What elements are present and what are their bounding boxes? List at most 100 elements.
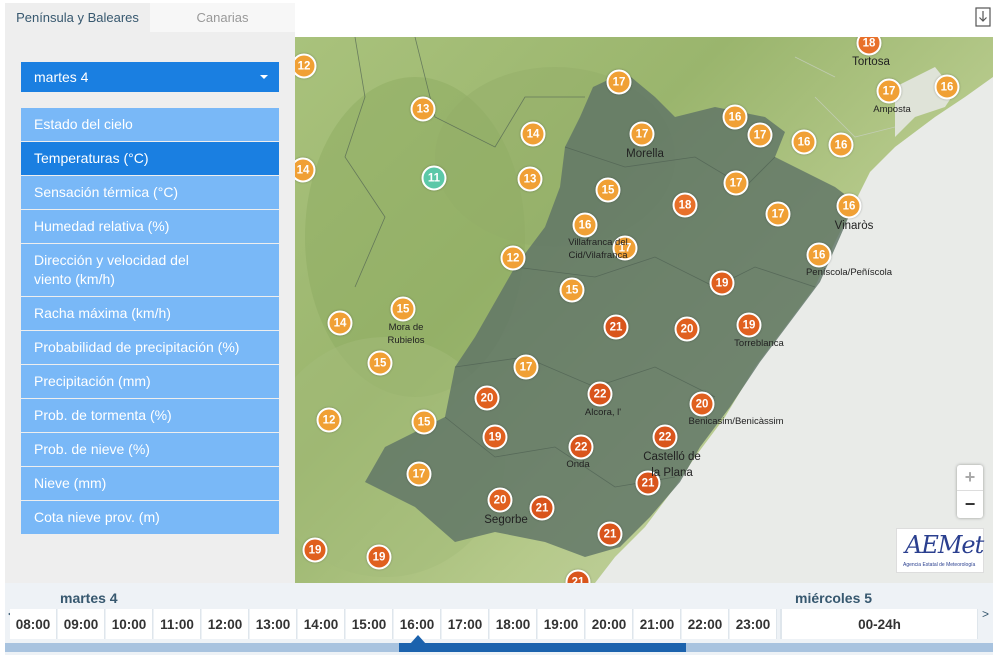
variable-prob-tormenta[interactable]: Prob. de tormenta (%) [21,399,279,432]
hour-20[interactable]: 20:00 [586,609,633,639]
timeline-pointer-icon[interactable] [410,635,426,644]
hour-23[interactable]: 23:00 [730,609,777,639]
variable-cota-nieve[interactable]: Cota nieve prov. (m) [21,501,279,534]
temp-marker[interactable]: 12 [316,407,342,433]
caret-down-icon [260,75,268,79]
hour-17[interactable]: 17:00 [442,609,489,639]
zoom-in-button[interactable]: + [957,465,983,491]
place-label: Alcora, l' [584,407,622,418]
place-label: Torreblanca [734,338,784,349]
place-label: Vinaròs [834,220,874,232]
hour-22[interactable]: 22:00 [682,609,729,639]
temp-marker[interactable]: 21 [597,521,623,547]
hour-09[interactable]: 09:00 [58,609,105,639]
day2-label: miércoles 5 [795,590,873,606]
place-label: Tortosa [852,56,890,68]
temp-marker[interactable]: 17 [406,461,432,487]
temp-marker[interactable]: 19 [302,537,328,563]
hour-19[interactable]: 19:00 [538,609,585,639]
temp-marker[interactable]: 22 [568,434,594,460]
temp-marker[interactable]: 13 [517,166,543,192]
temp-marker[interactable]: 19 [366,544,392,570]
temp-marker[interactable]: 17 [765,201,791,227]
variable-prob-precipitacion[interactable]: Probabilidad de precipitación (%) [21,331,279,364]
temp-marker[interactable]: 17 [747,122,773,148]
temp-marker[interactable]: 16 [828,132,854,158]
temp-marker[interactable]: 16 [791,129,817,155]
temp-marker[interactable]: 19 [736,312,762,338]
weather-map-app: 18 12 17 16 17 13 14 17 16 17 16 16 14 1… [0,0,998,669]
place-label: Castelló de la Plana [643,451,701,479]
temp-marker[interactable]: 15 [367,350,393,376]
tab-peninsula-baleares[interactable]: Península y Baleares [5,3,150,32]
temp-marker[interactable]: 19 [482,424,508,450]
hour-14[interactable]: 14:00 [298,609,345,639]
timeline-next-button[interactable]: > [982,607,989,621]
hour-21[interactable]: 21:00 [634,609,681,639]
temp-marker[interactable]: 21 [529,495,555,521]
day-dropdown[interactable]: martes 4 [21,62,279,92]
zoom-out-button[interactable]: − [957,491,983,517]
temp-marker[interactable]: 16 [722,104,748,130]
temp-marker[interactable]: 16 [836,193,862,219]
temp-marker[interactable]: 17 [513,354,539,380]
place-label: Mora de Rubielos [387,322,425,346]
temp-marker[interactable]: 20 [689,391,715,417]
temp-marker[interactable]: 15 [595,177,621,203]
day2-range[interactable]: 00-24h [780,609,978,639]
variable-nieve[interactable]: Nieve (mm) [21,467,279,500]
hour-18[interactable]: 18:00 [490,609,537,639]
temp-marker[interactable]: 19 [709,270,735,296]
logo-subtitle: Agencia Estatal de Meteorología [903,562,976,568]
temp-marker[interactable]: 15 [559,277,585,303]
temp-marker[interactable]: 15 [411,409,437,435]
hour-12[interactable]: 12:00 [202,609,249,639]
temp-marker[interactable]: 22 [587,381,613,407]
place-label: Onda [566,459,590,470]
variable-estado-cielo[interactable]: Estado del cielo [21,108,279,141]
temp-marker[interactable]: 20 [487,487,513,513]
temp-marker[interactable]: 20 [674,316,700,342]
variable-viento[interactable]: Dirección y velocidad del viento (km/h) [21,244,279,296]
variable-humedad[interactable]: Humedad relativa (%) [21,210,279,243]
temperature-map[interactable]: 18 12 17 16 17 13 14 17 16 17 16 16 14 1… [295,37,993,583]
temp-marker[interactable]: 15 [390,296,416,322]
temp-marker[interactable]: 17 [723,170,749,196]
temp-marker[interactable]: 20 [474,385,500,411]
temp-marker[interactable]: 13 [410,96,436,122]
timeline-track[interactable] [5,643,993,652]
place-label: Segorbe [484,514,528,526]
tab-canarias[interactable]: Canarias [150,3,295,32]
variable-precipitacion[interactable]: Precipitación (mm) [21,365,279,398]
zoom-control: + − [957,465,983,518]
temp-marker[interactable]: 17 [876,78,902,104]
time-slider: martes 4 miércoles 5 < > 08:00 09:00 10:… [5,583,993,655]
temp-marker[interactable]: 11 [421,165,447,191]
hour-11[interactable]: 11:00 [154,609,201,639]
variable-prob-nieve[interactable]: Prob. de nieve (%) [21,433,279,466]
temp-marker[interactable]: 14 [520,121,546,147]
hour-10[interactable]: 10:00 [106,609,153,639]
place-label: Amposta [873,104,911,115]
hour-13[interactable]: 13:00 [250,609,297,639]
hour-15[interactable]: 15:00 [346,609,393,639]
control-panel: Península y Baleares Canarias martes 4 E… [5,3,295,583]
temp-marker[interactable]: 17 [629,121,655,147]
temp-marker[interactable]: 22 [652,424,678,450]
temp-marker[interactable]: 21 [603,314,629,340]
variable-racha-maxima[interactable]: Racha máxima (km/h) [21,297,279,330]
download-icon[interactable] [975,7,991,27]
temp-marker[interactable]: 17 [606,69,632,95]
temp-marker[interactable]: 16 [572,212,598,238]
place-label: Morella [626,148,664,160]
hour-08[interactable]: 08:00 [10,609,57,639]
temp-marker[interactable]: 12 [500,245,526,271]
temp-marker[interactable]: 16 [934,74,960,100]
variable-sensacion-termica[interactable]: Sensación térmica (°C) [21,176,279,209]
place-label: Villafranca del Cid/Vilafranca [568,237,628,261]
temp-marker[interactable]: 14 [327,310,353,336]
variable-temperaturas[interactable]: Temperaturas (°C) [21,142,279,175]
logo-text: AEMet [905,531,984,559]
temp-marker[interactable]: 18 [672,192,698,218]
temp-marker[interactable]: 16 [806,242,832,268]
